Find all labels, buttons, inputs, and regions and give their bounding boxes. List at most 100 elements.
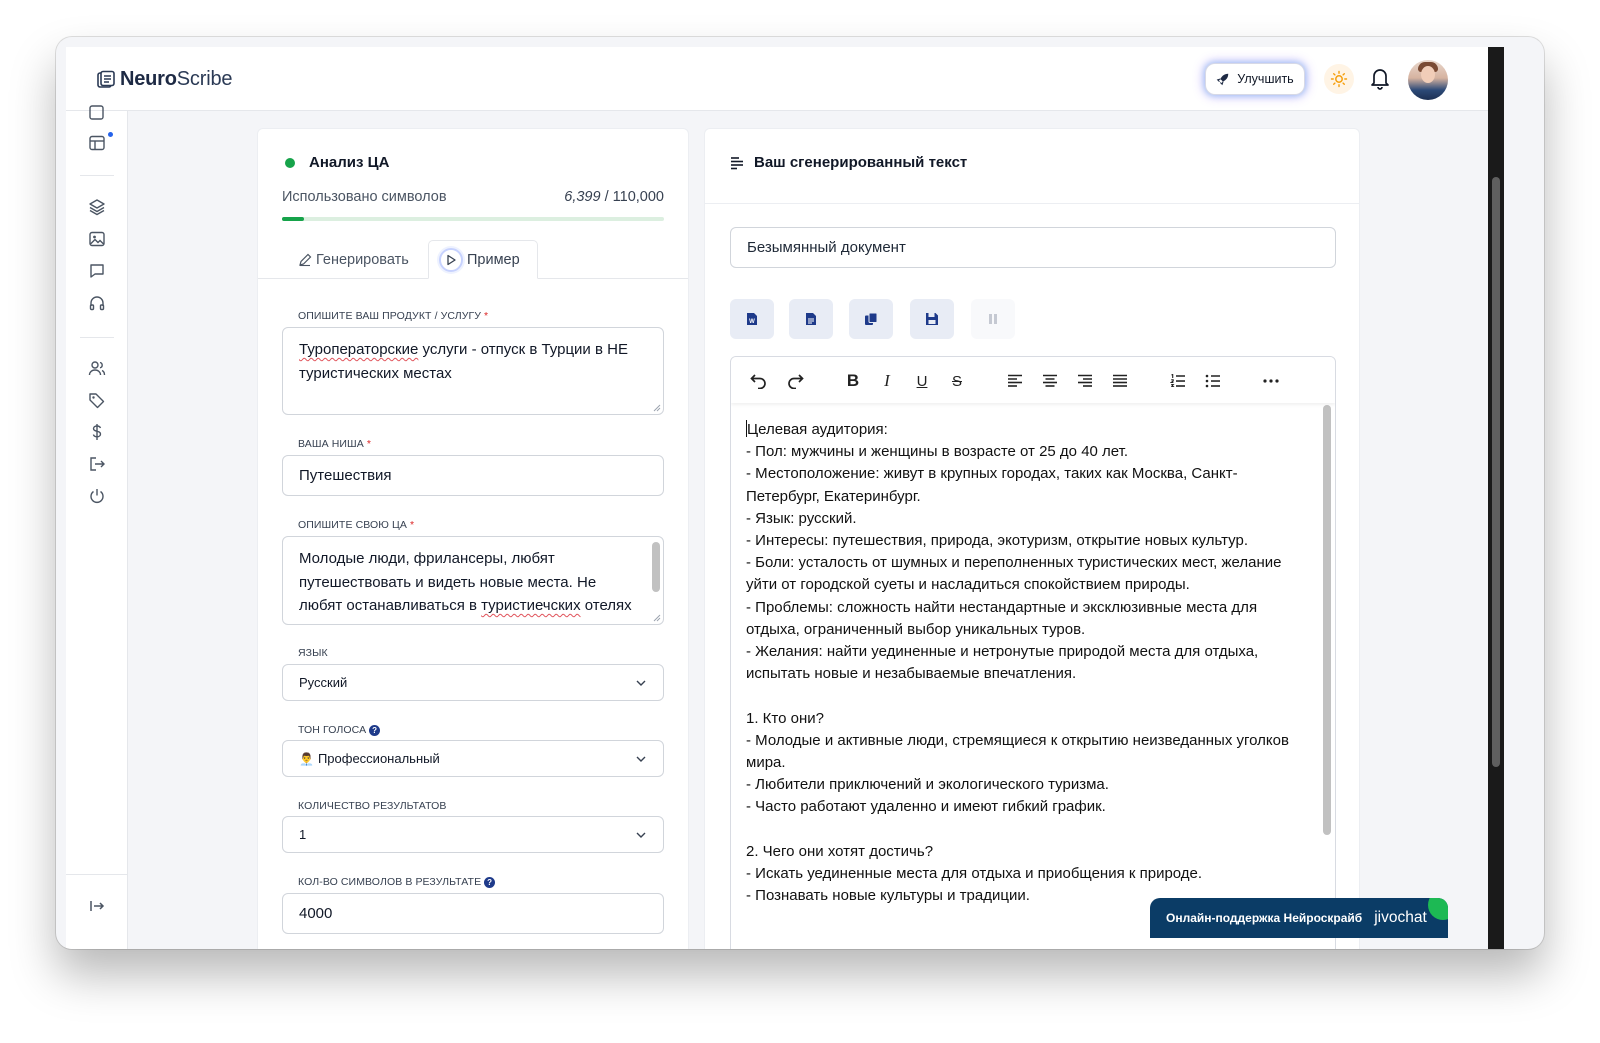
italic-icon[interactable]: I [877, 371, 897, 391]
new-indicator-dot [108, 132, 113, 137]
results-count-select[interactable]: 1 [282, 816, 664, 853]
bold-icon[interactable]: B [843, 371, 863, 391]
rich-text-editor[interactable]: B I U S Целевая аудитория: - Пол: мужчины… [730, 356, 1336, 949]
editor-content[interactable]: Целевая аудитория: - Пол: мужчины и женщи… [746, 419, 1311, 907]
more-options-icon[interactable] [1261, 371, 1281, 391]
brand-logo[interactable]: NeuroScribe [96, 68, 232, 91]
editor-line: - Интересы: путешествия, природа, экотур… [746, 532, 1248, 550]
align-right-icon[interactable] [1075, 371, 1095, 391]
sidebar-users-icon[interactable] [88, 359, 106, 377]
pause-button[interactable] [971, 299, 1015, 339]
help-icon[interactable]: ? [369, 724, 381, 736]
numbered-list-icon[interactable] [1168, 371, 1188, 391]
status-dot [285, 157, 295, 168]
user-avatar[interactable] [1408, 60, 1448, 100]
resize-handle-icon[interactable] [653, 404, 661, 412]
sidebar-headphones-icon[interactable] [88, 294, 106, 312]
logo-icon [97, 70, 115, 88]
save-icon [926, 313, 938, 325]
sidebar-logout-icon[interactable] [88, 455, 106, 473]
sidebar-edit-icon[interactable] [88, 103, 106, 121]
chevron-down-icon [636, 756, 646, 762]
undo-icon[interactable] [749, 371, 769, 391]
pencil-icon [299, 253, 312, 266]
export-word-button[interactable]: W [730, 299, 774, 339]
resize-handle-icon[interactable] [653, 614, 661, 622]
collapse-sidebar-icon[interactable] [88, 897, 106, 915]
sidebar-dollar-icon[interactable] [88, 423, 106, 441]
align-left-icon[interactable] [1005, 371, 1025, 391]
theme-toggle[interactable] [1324, 64, 1354, 94]
audience-textarea[interactable]: Молодые люди, фрилансеры, любят путешест… [282, 536, 664, 625]
top-header: NeuroScribe Улучшить [66, 47, 1488, 111]
editor-line: - Любители приключений и экологического … [746, 776, 1109, 794]
textarea-scrollbar[interactable] [652, 542, 660, 592]
sidebar [66, 105, 128, 949]
output-title-text: Ваш сгенерированный текст [754, 154, 968, 171]
upgrade-button[interactable]: Улучшить [1206, 64, 1304, 94]
underline-icon[interactable]: U [912, 371, 932, 391]
results-count-label: Количество результатов [298, 800, 447, 812]
tone-emoji-icon: 👨‍💼 [299, 751, 314, 766]
tab-example[interactable]: Пример [428, 240, 538, 279]
editor-line: - Пол: мужчины и женщины в возрасте от 2… [746, 443, 1129, 461]
language-select[interactable]: Русский [282, 664, 664, 701]
result-length-label: Кол-во символов в результате? [298, 876, 496, 888]
editor-line: - Местоположение: живут в крупных города… [746, 465, 1238, 505]
support-chat-widget[interactable]: Онлайн-поддержка Нейроскрайб jivochat [1150, 898, 1448, 938]
editor-line [746, 685, 1311, 707]
editor-line: - Проблемы: сложность найти нестандартны… [746, 598, 1258, 638]
jivochat-logo: jivochat [1374, 909, 1427, 926]
align-justify-icon[interactable] [1110, 371, 1130, 391]
product-textarea[interactable]: Туроператорские услуги - отпуск в Турции… [282, 327, 664, 415]
output-card: Ваш сгенерированный текст Безымянный док… [704, 128, 1360, 949]
bell-icon[interactable] [1369, 66, 1391, 95]
tone-value: Профессиональный [317, 751, 440, 766]
sidebar-power-icon[interactable] [88, 487, 106, 505]
copy-button[interactable] [849, 299, 893, 339]
tool-title: Анализ ЦА [285, 154, 389, 171]
editor-line [746, 819, 1311, 841]
svg-text:W: W [749, 319, 755, 325]
language-value: Русский [299, 675, 348, 690]
sidebar-chat-icon[interactable] [88, 262, 106, 280]
page-scrollbar-thumb[interactable] [1492, 177, 1500, 767]
editor-line: - Молодые и активные люди, стремящиеся к… [746, 731, 1289, 772]
sidebar-layers-icon[interactable] [88, 198, 106, 216]
audience-label: Опишите свою ЦА * [298, 519, 415, 531]
redo-icon[interactable] [785, 371, 805, 391]
align-center-icon[interactable] [1040, 371, 1060, 391]
play-icon [439, 247, 463, 272]
app-window: NeuroScribe Улучшить Анализ ЦА Использов… [56, 37, 1544, 949]
save-button[interactable] [910, 299, 954, 339]
brand-name: NeuroScribe [120, 68, 233, 90]
result-length-input[interactable]: 4000 [282, 893, 664, 934]
copy-icon [865, 312, 878, 325]
rocket-icon [1216, 73, 1229, 86]
sidebar-image-icon[interactable] [88, 230, 106, 248]
niche-input[interactable]: Путешествия [282, 455, 664, 496]
niche-label: Ваша ниша * [298, 438, 372, 450]
results-count-value: 1 [299, 827, 307, 842]
product-label: Опишите ваш продукт / услугу * [298, 310, 489, 322]
editor-scrollbar[interactable] [1323, 405, 1331, 835]
language-label: Язык [298, 647, 328, 659]
text-caret [746, 420, 747, 437]
strikethrough-icon[interactable]: S [947, 371, 967, 391]
sidebar-tag-icon[interactable] [88, 391, 106, 409]
export-text-button[interactable] [789, 299, 833, 339]
sidebar-divider [80, 337, 114, 338]
sidebar-templates-icon[interactable] [88, 134, 106, 152]
editor-line: - Язык: русский. [746, 509, 857, 527]
usage-label: Использовано символов [282, 189, 447, 205]
chevron-down-icon [636, 680, 646, 686]
editor-line: 1. Кто они? [746, 709, 824, 727]
bullet-list-icon[interactable] [1203, 371, 1223, 391]
tone-select[interactable]: 👨‍💼 Профессиональный [282, 740, 664, 777]
help-icon[interactable]: ? [484, 876, 496, 888]
document-name-input[interactable]: Безымянный документ [730, 227, 1336, 268]
avatar-face [1421, 66, 1435, 83]
tab-generate[interactable]: Генерировать [298, 240, 409, 279]
tab-example-label: Пример [467, 251, 520, 268]
usage-progress-fill [282, 217, 305, 221]
